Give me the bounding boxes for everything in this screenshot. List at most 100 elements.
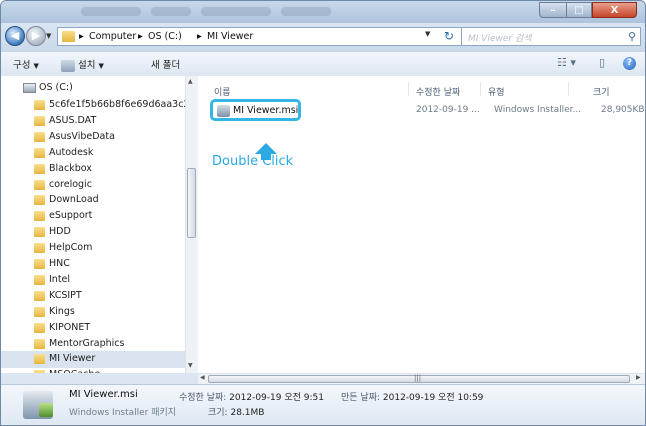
column-divider[interactable] [568, 82, 569, 96]
details-modified-label: 수정한 날짜: [179, 393, 227, 403]
tree-item-folder[interactable]: MI Viewer [1, 351, 191, 369]
tree-item-folder[interactable]: AsusVibeData [1, 129, 191, 146]
details-modified-value: 2012-09-19 오전 9:51 [229, 393, 324, 403]
details-created-label: 만든 날짜: [341, 393, 381, 403]
tree-item-folder[interactable]: ASUS.DAT [1, 113, 191, 130]
view-options-icon[interactable]: ☷ ▾ [557, 56, 576, 69]
command-bar: 구성 ▼ 설치 ▼ 새 폴더 ☷ ▾ ▯ ? [1, 51, 645, 77]
new-folder-button[interactable]: 새 폴더 [151, 57, 180, 71]
navigation-pane[interactable]: OS (C:) 5c6fe1f5b66b8f6e69d6aa3c2C ASUS.D… [1, 76, 198, 373]
address-dropdown[interactable]: ▼ [425, 30, 430, 38]
tree-item-folder[interactable]: MentorGraphics [1, 336, 191, 353]
breadcrumb-separator[interactable]: ▸ [79, 31, 84, 42]
recent-pages-dropdown[interactable]: ▼ [46, 32, 51, 40]
back-arrow-icon: ◀ [10, 29, 20, 42]
column-divider[interactable] [408, 82, 409, 96]
details-size-value: 28.1MB [230, 408, 265, 418]
details-created: 만든 날짜: 2012-09-19 오전 10:59 [341, 390, 483, 403]
folder-icon [34, 195, 45, 206]
tree-item-drive[interactable]: OS (C:) [1, 80, 191, 97]
search-placeholder: MI Viewer 검색 [468, 34, 532, 44]
file-name[interactable]: MI Viewer.msi [233, 105, 298, 116]
tree-item-label: corelogic [49, 178, 92, 190]
folder-icon [34, 115, 45, 126]
file-list-pane[interactable]: 이름 수정한 날짜 유형 크기 MI Viewer.msi 2012-09-19… [198, 76, 645, 373]
navigation-scrollbar[interactable]: ▲ ▼ [185, 76, 198, 373]
msi-file-icon [217, 105, 230, 117]
column-header-size[interactable]: 크기 [593, 85, 610, 98]
tree-item-folder[interactable]: DownLoad [1, 192, 191, 209]
tree-item-folder[interactable]: Blackbox [1, 161, 191, 178]
tree-item-folder[interactable]: HNC [1, 256, 191, 273]
details-pane: MI Viewer.msi Windows Installer 패키지 수정한 … [1, 384, 645, 425]
tree-item-label: KCSIPT [49, 289, 82, 301]
tree-item-folder[interactable]: corelogic [1, 177, 191, 194]
back-button[interactable]: ◀ [5, 26, 25, 46]
folder-icon [34, 370, 45, 373]
file-size: 28,905KB [601, 105, 645, 115]
minimize-button[interactable]: – [539, 2, 566, 18]
details-file-name: MI Viewer.msi [69, 389, 138, 400]
installer-badge-icon [39, 403, 53, 417]
details-created-value: 2012-09-19 오전 10:59 [382, 393, 484, 403]
explorer-window: – □ X ◀ ▶ ▼ ▸ Computer ▸ OS (C:) ▸ MI Vi… [0, 0, 646, 426]
tree-item-folder[interactable]: MSOCache [1, 367, 191, 373]
install-icon [61, 59, 75, 72]
scroll-right-icon[interactable]: ▶ [636, 374, 641, 381]
tree-item-label: eSupport [49, 210, 93, 222]
double-click-annotation: Double Click [212, 154, 294, 169]
breadcrumb-mi-viewer[interactable]: MI Viewer [207, 31, 253, 42]
folder-icon [34, 354, 45, 365]
tree-item-folder[interactable]: HelpCom [1, 240, 191, 257]
scrollbar-thumb[interactable] [187, 168, 196, 238]
tree-item-folder[interactable]: KCSIPT [1, 288, 191, 305]
column-divider[interactable] [480, 82, 481, 96]
column-header-name[interactable]: 이름 [214, 85, 231, 98]
organize-menu[interactable]: 구성 ▼ [13, 57, 39, 71]
scrollbar-thumb[interactable]: ||| [208, 374, 630, 383]
scroll-left-icon[interactable]: ◀ [200, 374, 205, 381]
maximize-button[interactable]: □ [566, 2, 592, 18]
column-header-type[interactable]: 유형 [488, 85, 505, 98]
tree-item-label: ASUS.DAT [49, 114, 97, 126]
refresh-icon[interactable]: ↻ [441, 27, 457, 46]
tree-item-folder[interactable]: HDD [1, 224, 191, 241]
tree-item-label: AsusVibeData [49, 130, 115, 142]
details-modified: 수정한 날짜: 2012-09-19 오전 9:51 [179, 390, 324, 403]
tree-item-folder[interactable]: Intel [1, 272, 191, 289]
tree-item-folder[interactable]: eSupport [1, 208, 191, 225]
tree-item-folder[interactable]: 5c6fe1f5b66b8f6e69d6aa3c2C [1, 97, 191, 114]
search-input[interactable]: MI Viewer 검색 ⚲ [461, 27, 641, 46]
tree-item-folder[interactable]: KIPONET [1, 320, 191, 337]
breadcrumb-computer[interactable]: Computer [89, 31, 136, 42]
tree-item-folder[interactable]: Autodesk [1, 145, 191, 162]
file-type: Windows Installer... [494, 105, 582, 115]
folder-icon [34, 322, 45, 333]
help-icon[interactable]: ? [623, 57, 636, 70]
tree-item-label: HDD [49, 226, 71, 238]
details-size-label: 크기: [208, 408, 228, 418]
search-icon[interactable]: ⚲ [628, 30, 636, 43]
install-label: 설치 [78, 60, 96, 71]
details-file-type: Windows Installer 패키지 [69, 408, 177, 418]
folder-icon [62, 31, 75, 42]
forward-button[interactable]: ▶ [26, 26, 46, 46]
folder-icon [34, 290, 45, 301]
breadcrumb-separator[interactable]: ▸ [138, 31, 143, 42]
install-button[interactable]: 설치 ▼ [61, 57, 104, 72]
title-bar[interactable]: – □ X [1, 1, 645, 23]
scroll-up-icon[interactable]: ▲ [188, 78, 193, 85]
scroll-down-icon[interactable]: ▼ [188, 362, 193, 369]
drive-icon [23, 83, 36, 93]
column-header-modified[interactable]: 수정한 날짜 [416, 85, 460, 98]
close-button[interactable]: X [592, 2, 637, 18]
tree-item-folder[interactable]: Kings [1, 304, 191, 321]
address-bar[interactable]: ▸ Computer ▸ OS (C:) ▸ MI Viewer [57, 27, 463, 46]
file-row[interactable]: MI Viewer.msi 2012-09-19 ... Windows Ins… [206, 99, 645, 121]
breadcrumb-os-drive[interactable]: OS (C:) [148, 31, 182, 42]
tree-item-label: Autodesk [49, 146, 94, 158]
blurred-title-text [201, 7, 271, 16]
folder-icon [34, 100, 45, 110]
preview-pane-icon[interactable]: ▯ [599, 56, 605, 69]
breadcrumb-separator[interactable]: ▸ [197, 31, 202, 42]
